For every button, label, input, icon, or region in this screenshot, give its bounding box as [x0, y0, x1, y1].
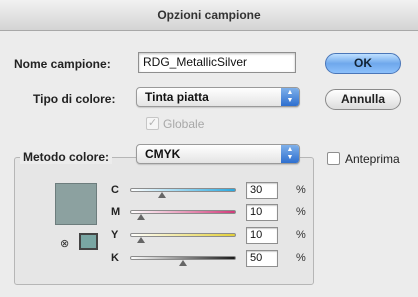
color-type-select[interactable]: Tinta piatta ▲ ▼ — [136, 87, 300, 107]
swatch-name-label: Nome campione: — [14, 57, 111, 71]
swatch-options-dialog: Opzioni campione Nome campione: RDG_Meta… — [0, 0, 418, 297]
channel-slider-m[interactable] — [130, 210, 236, 214]
color-mode-value: CMYK — [145, 147, 181, 161]
percent-sign: % — [296, 184, 306, 196]
slider-thumb[interactable] — [157, 192, 166, 198]
percent-sign: % — [296, 252, 306, 264]
slider-thumb[interactable] — [136, 214, 145, 220]
channel-letter-y: Y — [111, 229, 119, 241]
percent-sign: % — [296, 229, 306, 241]
global-label: Globale — [163, 117, 205, 131]
popup-arrows-icon: ▲ ▼ — [281, 88, 299, 106]
color-type-value: Tinta piatta — [145, 90, 209, 104]
channel-value-m[interactable]: 10 — [246, 204, 278, 221]
color-mode-select[interactable]: CMYK ▲ ▼ — [136, 144, 300, 164]
popup-arrows-icon: ▲ ▼ — [281, 145, 299, 163]
color-mode-label: Metodo colore: — [20, 150, 112, 164]
ok-button[interactable]: OK — [325, 53, 401, 74]
percent-sign: % — [296, 206, 306, 218]
color-type-label: Tipo di colore: — [33, 92, 116, 106]
swatch-name-field[interactable]: RDG_MetallicSilver — [138, 52, 296, 73]
websafe-color-swatch[interactable] — [79, 233, 98, 250]
channel-slider-c[interactable] — [130, 188, 236, 192]
channel-letter-k: K — [111, 252, 119, 264]
channel-letter-m: M — [111, 206, 121, 218]
global-checkbox[interactable]: ✓ — [146, 117, 159, 130]
dialog-title: Opzioni campione — [0, 0, 418, 31]
color-preview-swatch — [55, 183, 97, 225]
channel-letter-c: C — [111, 184, 119, 196]
slider-thumb[interactable] — [179, 260, 187, 266]
channel-slider-y[interactable] — [130, 233, 236, 237]
channel-value-k[interactable]: 50 — [246, 250, 278, 267]
cancel-button[interactable]: Annulla — [325, 89, 401, 110]
channel-value-c[interactable]: 30 — [246, 182, 278, 199]
websafe-warning-icon[interactable]: ⊗ — [60, 237, 69, 250]
channel-value-y[interactable]: 10 — [246, 227, 278, 244]
preview-label: Anteprima — [345, 152, 400, 166]
preview-checkbox[interactable] — [327, 152, 340, 165]
slider-thumb[interactable] — [136, 237, 145, 243]
